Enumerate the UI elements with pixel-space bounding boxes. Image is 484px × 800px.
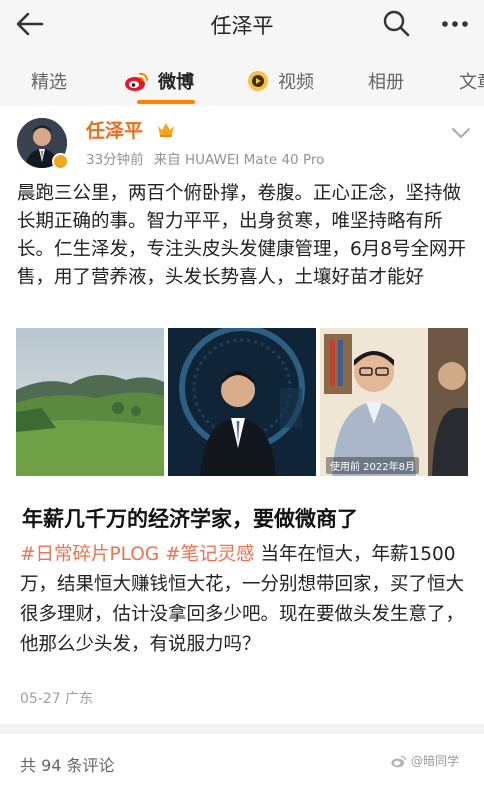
post-image-landscape[interactable]: [16, 328, 164, 476]
weibo-watermark-icon: [391, 755, 407, 767]
tab-weibo-label: 微博: [158, 72, 194, 93]
post-image-portrait-poster[interactable]: [168, 328, 316, 476]
active-tab-indicator: [137, 100, 195, 104]
post-meta: 33分钟前 来自 HUAWEI Mate 40 Pro: [86, 148, 324, 168]
tab-featured[interactable]: 精选: [31, 68, 67, 94]
tab-articles[interactable]: 文章: [459, 68, 484, 94]
post-header: 任泽平 33分钟前 来自 HUAWEI Mate 40 Pro: [0, 106, 484, 176]
tab-articles-label: 文章: [459, 72, 484, 93]
post-image-video-call[interactable]: 使用前 2022年8月: [320, 328, 468, 476]
vip-crown-icon: [158, 123, 174, 137]
tab-album[interactable]: 相册: [368, 68, 404, 94]
landscape-picture: [16, 328, 164, 476]
tab-video-label: 视频: [278, 72, 314, 93]
profile-tabs: 精选 微博 视频 相册 文章: [0, 48, 484, 106]
video-call-picture: [320, 328, 468, 476]
poster-picture: [168, 328, 316, 476]
article-headline: 年薪几千万的经济学家，要做微商了: [22, 507, 358, 531]
tab-album-label: 相册: [368, 72, 404, 93]
verified-badge-icon: [52, 153, 69, 170]
post-time: 33分钟前: [86, 152, 144, 168]
post-date-location: 05-27 广东: [20, 691, 94, 707]
article-body: #日常碎片PLOG #笔记灵感 当年在恒大，年薪1500万，结果恒大赚钱恒大花，…: [20, 540, 470, 660]
image-caption: 使用前 2022年8月: [326, 457, 419, 474]
search-icon[interactable]: [381, 8, 411, 38]
top-nav-bar: 任泽平: [0, 0, 484, 48]
hashtag-link[interactable]: #日常碎片PLOG: [20, 544, 159, 565]
post-text: 晨跑三公里，两百个俯卧撑，卷腹。正心正念，坚持做长期正确的事。智力平平，出身贫寒…: [17, 183, 467, 288]
more-options-icon[interactable]: [440, 14, 470, 34]
weibo-logo-icon: [125, 72, 149, 91]
tab-weibo[interactable]: 微博: [124, 68, 194, 94]
chevron-down-icon[interactable]: [450, 126, 472, 140]
watermark-text: @暗同学: [411, 754, 460, 768]
watermark: @暗同学: [390, 752, 459, 769]
video-icon: [248, 71, 268, 91]
page-title: 任泽平: [210, 14, 274, 38]
comments-count[interactable]: 共 94 条评论: [20, 752, 115, 776]
tab-featured-label: 精选: [31, 72, 67, 93]
post-source: 来自 HUAWEI Mate 40 Pro: [153, 152, 325, 168]
tab-video[interactable]: 视频: [246, 68, 314, 94]
author-name[interactable]: 任泽平: [86, 116, 143, 143]
section-divider: [0, 724, 484, 734]
hashtag-link[interactable]: #笔记灵感: [165, 544, 255, 565]
